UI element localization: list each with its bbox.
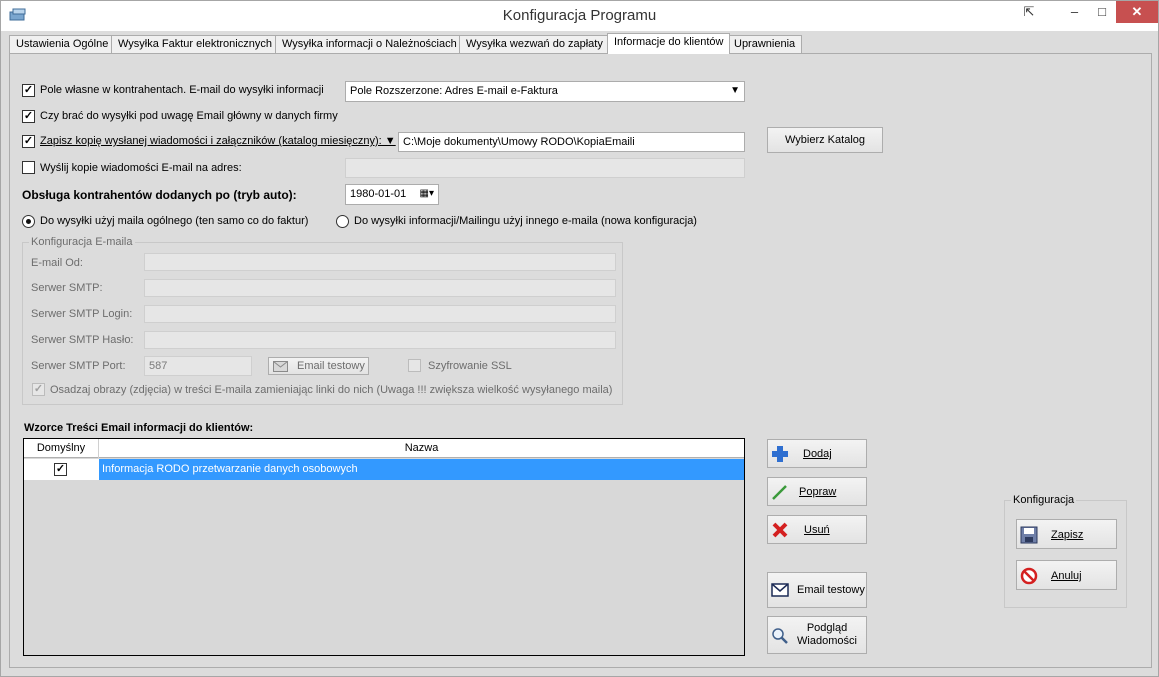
maximize-button[interactable]: □	[1089, 1, 1115, 23]
save-copy-checkbox[interactable]: ✓	[22, 135, 35, 148]
delete-template-button[interactable]: Usuń	[767, 515, 867, 544]
templates-heading: Wzorce Treści Email informacji do klient…	[24, 422, 254, 434]
ssl-label: Szyfrowanie SSL	[428, 360, 512, 372]
stop-icon	[1020, 567, 1038, 585]
config-actions-group: Konfiguracja Zapisz Anuluj	[1004, 494, 1127, 608]
send-copy-email-input[interactable]	[345, 158, 745, 178]
add-template-button[interactable]: Dodaj	[767, 439, 867, 468]
window-title: Konfiguracja Programu	[502, 7, 657, 24]
preview-message-label: Podgląd Wiadomości	[791, 622, 863, 648]
smtp-login-input[interactable]	[144, 305, 616, 323]
pencil-icon	[772, 485, 787, 500]
cancel-button[interactable]: Anuluj	[1016, 560, 1117, 590]
smtp-password-input[interactable]	[144, 331, 616, 349]
smtp-port-label: Serwer SMTP Port:	[31, 360, 126, 372]
custom-field-label: Pole własne w kontrahentach. E-mail do w…	[40, 84, 324, 96]
save-copy-label[interactable]: Zapisz kopię wysłanej wiadomości i załąc…	[40, 135, 396, 147]
tab-client-information[interactable]: Informacje do klientów	[607, 33, 731, 54]
ssl-checkbox[interactable]	[408, 359, 421, 372]
edit-template-label: Popraw	[799, 486, 837, 498]
delete-x-icon	[772, 522, 788, 538]
main-window: Konfiguracja Programu ⇱ – □ ✕ Ustawienia…	[0, 0, 1159, 677]
smtp-password-label: Serwer SMTP Hasło:	[31, 334, 134, 346]
radio-general-email[interactable]	[22, 215, 35, 228]
radio-selected-dot	[26, 219, 31, 224]
test-email-label: Email testowy	[797, 584, 865, 596]
preview-label-line2: Wiadomości	[797, 635, 857, 647]
row-default-checkbox[interactable]: ✓	[54, 463, 67, 476]
tab-e-invoices[interactable]: Wysyłka Faktur elektronicznych	[111, 35, 279, 54]
calendar-icon[interactable]: ▦▾	[420, 188, 434, 199]
email-config-title: Konfiguracja E-maila	[29, 236, 135, 248]
config-actions-title: Konfiguracja	[1011, 494, 1077, 506]
column-header-name[interactable]: Nazwa	[99, 439, 744, 458]
save-copy-path-input[interactable]: C:\Moje dokumenty\Umowy RODO\KopiaEmaili	[398, 132, 745, 152]
auto-mode-label: Obsługa kontrahentów dodanych po (tryb a…	[22, 188, 297, 202]
custom-field-select[interactable]: Pole Rozszerzone: Adres E-mail e-Faktura…	[345, 81, 745, 102]
row-name-cell: Informacja RODO przetwarzanie danych oso…	[99, 459, 744, 480]
smtp-port-input[interactable]: 587	[144, 356, 252, 376]
email-config-group: Konfiguracja E-maila E-mail Od: Serwer S…	[22, 236, 623, 405]
floppy-icon	[1020, 526, 1038, 544]
embed-images-checkbox[interactable]: ✓	[32, 383, 45, 396]
envelope-icon	[771, 583, 789, 597]
column-header-default[interactable]: Domyślny	[24, 439, 99, 458]
table-row[interactable]: ✓ Informacja RODO przetwarzanie danych o…	[24, 459, 744, 480]
smtp-server-label: Serwer SMTP:	[31, 282, 103, 294]
templates-grid: Domyślny Nazwa ✓ Informacja RODO przetwa…	[23, 438, 745, 656]
save-button[interactable]: Zapisz	[1016, 519, 1117, 549]
envelope-icon	[273, 361, 288, 372]
send-copy-checkbox[interactable]	[22, 161, 35, 174]
chevron-down-icon: ▼	[730, 85, 740, 96]
minimize-button[interactable]: –	[1061, 1, 1088, 23]
grid-header: Domyślny Nazwa	[24, 439, 744, 458]
cancel-label: Anuluj	[1051, 570, 1082, 582]
close-button[interactable]: ✕	[1116, 1, 1158, 23]
tab-receivables-info[interactable]: Wysyłka informacji o Należnościach	[275, 35, 464, 54]
test-email-smtp-button[interactable]: Email testowy	[268, 357, 369, 375]
custom-field-select-value: Pole Rozszerzone: Adres E-mail e-Faktura	[350, 85, 558, 97]
smtp-server-input[interactable]	[144, 279, 616, 297]
send-copy-label: Wyślij kopie wiadomości E-mail na adres:	[40, 162, 242, 174]
test-email-smtp-label: Email testowy	[297, 360, 365, 372]
delete-template-label: Usuń	[804, 524, 830, 536]
radio-other-email[interactable]	[336, 215, 349, 228]
choose-directory-button[interactable]: Wybierz Katalog	[767, 127, 883, 153]
preview-message-button[interactable]: Podgląd Wiadomości	[767, 616, 867, 654]
title-bar: Konfiguracja Programu ⇱ – □ ✕	[1, 1, 1158, 31]
restore-down-icon[interactable]: ⇱	[1018, 1, 1040, 23]
row-default-cell: ✓	[24, 459, 99, 480]
tab-panel: ✓ Pole własne w kontrahentach. E-mail do…	[9, 53, 1152, 668]
smtp-login-label: Serwer SMTP Login:	[31, 308, 133, 320]
tab-permissions[interactable]: Uprawnienia	[727, 35, 803, 54]
radio-general-email-label: Do wysyłki użyj maila ogólnego (ten samo…	[40, 215, 309, 227]
email-from-label: E-mail Od:	[31, 257, 83, 269]
plus-icon	[772, 446, 788, 462]
preview-label-line1: Podgląd	[806, 622, 848, 634]
edit-template-button[interactable]: Popraw	[767, 477, 867, 506]
auto-mode-date-picker[interactable]: 1980-01-01 ▦▾	[345, 184, 439, 205]
main-email-checkbox[interactable]: ✓	[22, 110, 35, 123]
magnifier-icon	[772, 628, 788, 644]
tab-payment-reminders[interactable]: Wysyłka wezwań do zapłaty	[459, 35, 610, 54]
tab-general-settings[interactable]: Ustawienia Ogólne	[9, 35, 116, 54]
test-email-button[interactable]: Email testowy	[767, 572, 867, 608]
email-from-input[interactable]	[144, 253, 616, 271]
add-template-label: Dodaj	[803, 448, 832, 460]
embed-images-label: Osadzaj obrazy (zdjęcia) w treści E-mail…	[50, 384, 613, 396]
radio-other-email-label: Do wysyłki informacji/Mailingu użyj inne…	[354, 215, 697, 227]
main-email-label: Czy brać do wysyłki pod uwagę Email głów…	[40, 110, 338, 122]
save-label: Zapisz	[1051, 529, 1084, 541]
custom-field-checkbox[interactable]: ✓	[22, 84, 35, 97]
auto-mode-date-value: 1980-01-01	[350, 188, 407, 200]
